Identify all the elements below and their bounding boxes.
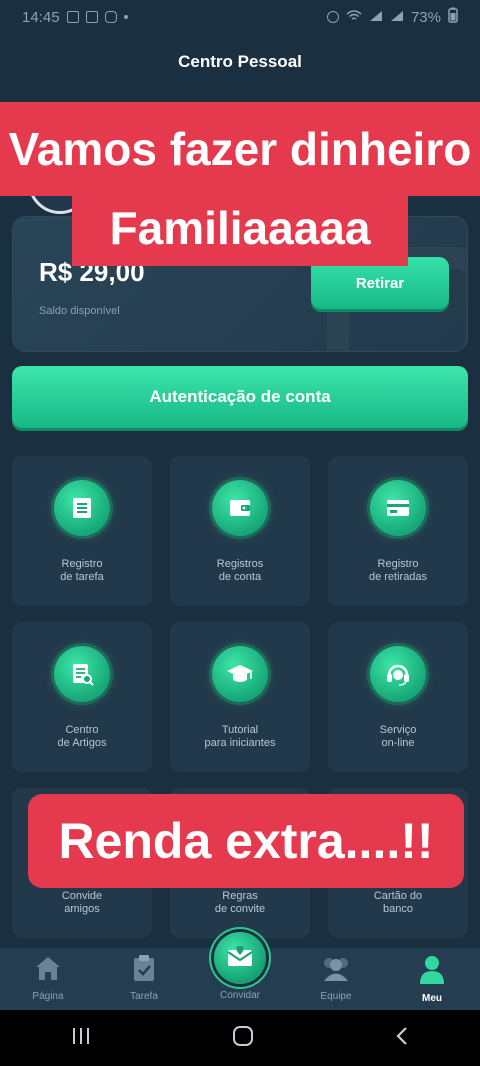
menu-item-label: Registro de tarefa bbox=[60, 558, 104, 583]
image-notification-icon bbox=[85, 11, 98, 23]
article-search-icon bbox=[54, 646, 110, 702]
tab-team[interactable]: Equipe bbox=[296, 954, 376, 1008]
battery-icon bbox=[448, 7, 458, 27]
page-title: Centro Pessoal bbox=[178, 52, 302, 71]
tab-invite[interactable] bbox=[214, 932, 266, 984]
more-notifications-icon bbox=[123, 15, 128, 19]
tab-label: Tarefa bbox=[130, 991, 158, 1002]
overlay-caption-2: Familiaaaaa bbox=[72, 190, 408, 266]
team-icon bbox=[319, 954, 353, 987]
tab-mine[interactable]: Meu bbox=[392, 954, 472, 1008]
overlay-caption-1: Vamos fazer dinheiro bbox=[0, 102, 480, 196]
status-bar: 14:45 73% bbox=[0, 0, 480, 34]
menu-item-label: Convide amigos bbox=[61, 890, 103, 915]
menu-item-label: Cartão do banco bbox=[373, 890, 423, 915]
back-button[interactable] bbox=[394, 1025, 410, 1052]
status-time: 14:45 bbox=[22, 8, 60, 26]
clipboard-icon bbox=[131, 954, 157, 987]
signal-icon-2 bbox=[390, 9, 404, 26]
account-authentication-button[interactable]: Autenticação de conta bbox=[12, 366, 468, 428]
overlay-caption-3: Renda extra....!! bbox=[28, 794, 464, 888]
tab-label: Página bbox=[32, 991, 64, 1002]
wallet-icon bbox=[212, 480, 268, 536]
balance-label: Saldo disponível bbox=[39, 305, 120, 317]
envelope-heart-icon bbox=[226, 944, 254, 973]
graduation-cap-icon bbox=[212, 646, 268, 702]
gallery-notification-icon bbox=[66, 11, 79, 23]
menu-item-label: Serviço on-line bbox=[379, 724, 417, 749]
menu-item-label: Tutorial para iniciantes bbox=[204, 724, 276, 749]
home-icon bbox=[33, 954, 63, 987]
menu-item-task-record[interactable]: Registro de tarefa bbox=[12, 456, 152, 606]
menu-item-withdrawal-records[interactable]: Registro de retiradas bbox=[328, 456, 468, 606]
battery-level: 73% bbox=[410, 8, 441, 26]
menu-item-label: Registros de conta bbox=[216, 558, 264, 583]
signal-icon bbox=[369, 9, 383, 26]
tab-label: Equipe bbox=[320, 991, 352, 1002]
recent-apps-button[interactable] bbox=[70, 1026, 92, 1051]
alarm-icon bbox=[326, 11, 339, 23]
card-icon bbox=[370, 480, 426, 536]
menu-item-label: Centro de Artigos bbox=[57, 724, 107, 749]
system-navigation-bar bbox=[0, 1010, 480, 1066]
user-icon bbox=[417, 954, 447, 989]
tab-task[interactable]: Tarefa bbox=[104, 954, 184, 1008]
headset-icon bbox=[370, 646, 426, 702]
instagram-notification-icon bbox=[104, 11, 117, 23]
task-record-icon bbox=[54, 480, 110, 536]
menu-item-online-service[interactable]: Serviço on-line bbox=[328, 622, 468, 772]
tab-label-invite: Convidar bbox=[219, 990, 261, 1001]
menu-item-label: Regras de convite bbox=[214, 890, 266, 915]
home-button[interactable] bbox=[231, 1024, 255, 1053]
menu-item-account-records[interactable]: Registros de conta bbox=[170, 456, 310, 606]
tab-label: Meu bbox=[422, 993, 442, 1004]
menu-item-beginner-tutorial[interactable]: Tutorial para iniciantes bbox=[170, 622, 310, 772]
menu-item-article-center[interactable]: Centro de Artigos bbox=[12, 622, 152, 772]
menu-item-label: Registro de retiradas bbox=[368, 558, 428, 583]
wifi-icon bbox=[346, 9, 362, 26]
tab-home[interactable]: Página bbox=[8, 954, 88, 1008]
